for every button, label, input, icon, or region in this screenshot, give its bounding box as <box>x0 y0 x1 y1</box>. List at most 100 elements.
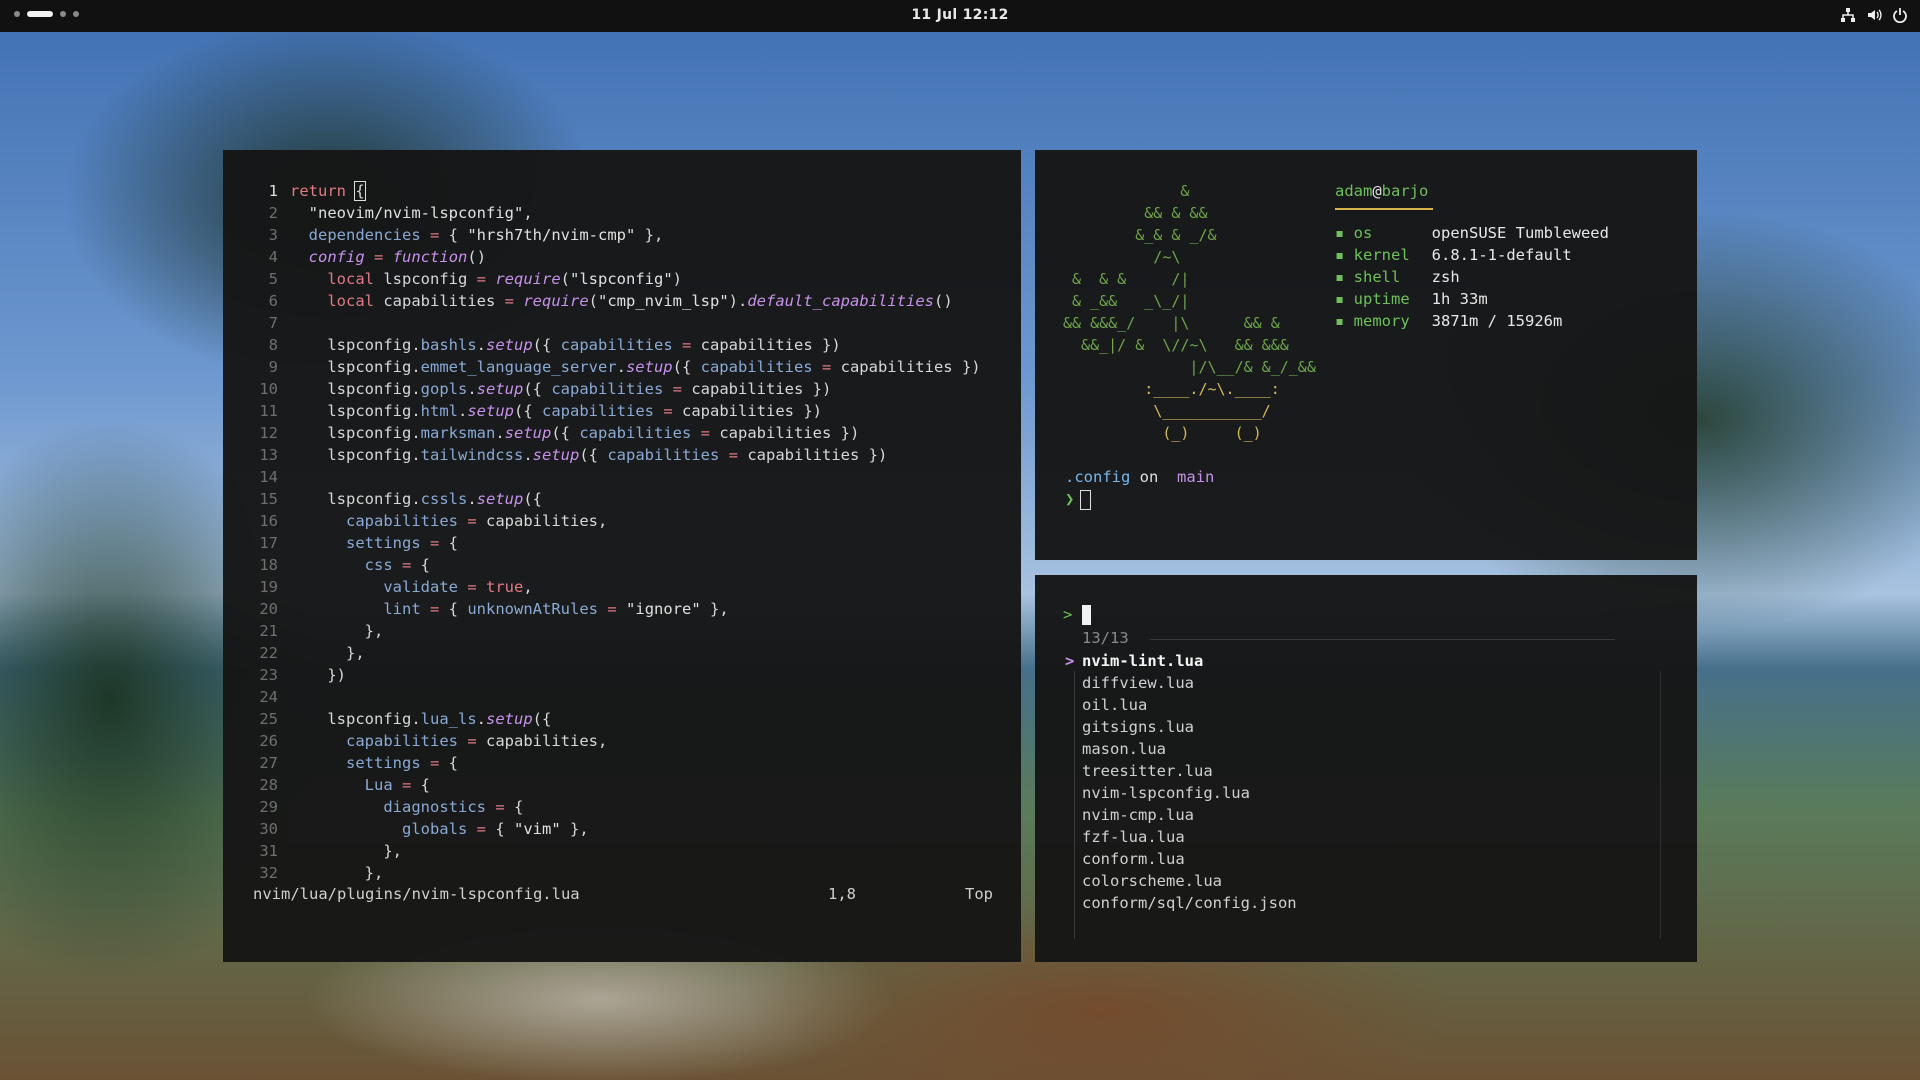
code-text[interactable]: lspconfig.tailwindcss.setup({ capabiliti… <box>290 446 887 464</box>
code-line[interactable]: 11 lspconfig.html.setup({ capabilities =… <box>248 400 981 422</box>
line-number: 26 <box>259 732 278 750</box>
code-line[interactable]: 4 config = function() <box>248 246 981 268</box>
code-line[interactable]: 9 lspconfig.emmet_language_server.setup(… <box>248 356 981 378</box>
line-number: 30 <box>259 820 278 838</box>
code-line[interactable]: 18 css = { <box>248 554 981 576</box>
ascii-line: :____./~\.____: <box>1144 380 1280 398</box>
code-text[interactable]: lspconfig.bashls.setup({ capabilities = … <box>290 336 840 354</box>
line-number: 31 <box>259 842 278 860</box>
code-line[interactable]: 12 lspconfig.marksman.setup({ capabiliti… <box>248 422 981 444</box>
fzf-item[interactable]: nvim-lspconfig.lua <box>1065 782 1297 804</box>
fzf-item[interactable]: gitsigns.lua <box>1065 716 1297 738</box>
shell-prompt[interactable]: .config on main ❯ <box>1065 466 1214 510</box>
code-text[interactable]: capabilities = capabilities, <box>290 732 607 750</box>
fzf-input-cursor[interactable] <box>1082 605 1092 625</box>
code-line[interactable]: 30 globals = { "vim" }, <box>248 818 981 840</box>
code-buffer[interactable]: 1 return {2 "neovim/nvim-lspconfig", 3 dep… <box>248 180 981 884</box>
code-text[interactable]: }, <box>290 644 365 662</box>
code-line[interactable]: 31 }, <box>248 840 981 862</box>
code-line[interactable]: 25 lspconfig.lua_ls.setup({ <box>248 708 981 730</box>
code-line[interactable]: 1 return { <box>248 180 981 202</box>
info-row-shell: ▪ shell zsh <box>1335 266 1609 288</box>
code-line[interactable]: 28 Lua = { <box>248 774 981 796</box>
fzf-item[interactable]: oil.lua <box>1065 694 1297 716</box>
code-line[interactable]: 13 lspconfig.tailwindcss.setup({ capabil… <box>248 444 981 466</box>
user: adam <box>1335 182 1373 200</box>
fzf-item-label: conform.lua <box>1082 850 1185 868</box>
fzf-item[interactable]: diffview.lua <box>1065 672 1297 694</box>
code-line[interactable]: 24 <box>248 686 981 708</box>
code-text[interactable]: css = { <box>290 556 430 574</box>
code-text[interactable]: diagnostics = { <box>290 798 523 816</box>
code-line[interactable]: 17 settings = { <box>248 532 981 554</box>
ascii-line: &&_|/ & \//~\ && &&& <box>1063 336 1289 354</box>
terminal-cursor[interactable] <box>1080 489 1092 510</box>
code-text[interactable]: "neovim/nvim-lspconfig", <box>290 204 533 222</box>
fzf-item[interactable]: nvim-cmp.lua <box>1065 804 1297 826</box>
fzf-item[interactable]: fzf-lua.lua <box>1065 826 1297 848</box>
code-line[interactable]: 5 local lspconfig = require("lspconfig") <box>248 268 981 290</box>
top-bar: 11 Jul 12:12 <box>0 0 1920 32</box>
code-line[interactable]: 32 }, <box>248 862 981 884</box>
code-text[interactable]: globals = { "vim" }, <box>290 820 589 838</box>
code-line[interactable]: 2 "neovim/nvim-lspconfig", <box>248 202 981 224</box>
power-icon[interactable] <box>1892 7 1908 24</box>
code-line[interactable]: 27 settings = { <box>248 752 981 774</box>
code-text[interactable]: lspconfig.emmet_language_server.setup({ … <box>290 358 980 376</box>
code-text[interactable]: settings = { <box>290 534 458 552</box>
code-text[interactable]: local lspconfig = require("lspconfig") <box>290 270 682 288</box>
code-line[interactable]: 26 capabilities = capabilities, <box>248 730 981 752</box>
fzf-item[interactable]: conform/sql/config.json <box>1065 892 1297 914</box>
fzf-prompt[interactable]: > <box>1063 605 1092 625</box>
code-text[interactable]: lspconfig.cssls.setup({ <box>290 490 542 508</box>
code-line[interactable]: 7 <box>248 312 981 334</box>
fzf-item-selected[interactable]: > nvim-lint.lua <box>1065 650 1297 672</box>
code-line[interactable]: 23 }) <box>248 664 981 686</box>
code-line[interactable]: 10 lspconfig.gopls.setup({ capabilities … <box>248 378 981 400</box>
fzf-item[interactable]: conform.lua <box>1065 848 1297 870</box>
code-line[interactable]: 3 dependencies = { "hrsh7th/nvim-cmp" }, <box>248 224 981 246</box>
clock[interactable]: 11 Jul 12:12 <box>0 7 1920 23</box>
fastfetch-terminal-window[interactable]: & && & && &_& & _/& /~\ & & & /| & _&& _… <box>1035 150 1697 560</box>
prompt-char: ❯ <box>1065 490 1075 508</box>
fzf-item[interactable]: colorscheme.lua <box>1065 870 1297 892</box>
code-text[interactable]: config = function() <box>290 248 486 266</box>
system-tray[interactable] <box>1840 7 1908 24</box>
line-number: 12 <box>259 424 278 442</box>
code-text[interactable]: lint = { unknownAtRules = "ignore" }, <box>290 600 728 618</box>
code-text[interactable]: lspconfig.marksman.setup({ capabilities … <box>290 424 859 442</box>
status-scroll: Top <box>965 885 993 903</box>
code-text[interactable]: }, <box>290 622 384 640</box>
code-text[interactable]: local capabilities = require("cmp_nvim_l… <box>290 292 952 310</box>
code-text[interactable]: }, <box>290 842 402 860</box>
fzf-item[interactable]: treesitter.lua <box>1065 760 1297 782</box>
code-line[interactable]: 22 }, <box>248 642 981 664</box>
network-icon[interactable] <box>1840 7 1856 23</box>
code-line[interactable]: 16 capabilities = capabilities, <box>248 510 981 532</box>
code-text[interactable]: }) <box>290 666 346 684</box>
fzf-terminal-window[interactable]: > 13/13 > nvim-lint.lua diffview.lua oil.lu… <box>1035 575 1697 962</box>
code-text[interactable]: settings = { <box>290 754 458 772</box>
code-line[interactable]: 20 lint = { unknownAtRules = "ignore" }, <box>248 598 981 620</box>
volume-icon[interactable] <box>1866 7 1882 23</box>
code-line[interactable]: 8 lspconfig.bashls.setup({ capabilities … <box>248 334 981 356</box>
fzf-item[interactable]: mason.lua <box>1065 738 1297 760</box>
fzf-results-list[interactable]: > nvim-lint.lua diffview.lua oil.lua gitsign… <box>1065 650 1297 914</box>
neovim-editor-window[interactable]: 1 return {2 "neovim/nvim-lspconfig", 3 dep… <box>223 150 1021 962</box>
code-text[interactable]: lspconfig.gopls.setup({ capabilities = c… <box>290 380 831 398</box>
code-line[interactable]: 14 <box>248 466 981 488</box>
code-text[interactable]: validate = true, <box>290 578 532 596</box>
code-text[interactable]: Lua = { <box>290 776 430 794</box>
code-line[interactable]: 15 lspconfig.cssls.setup({ <box>248 488 981 510</box>
code-line[interactable]: 21 }, <box>248 620 981 642</box>
code-text[interactable]: lspconfig.html.setup({ capabilities = ca… <box>290 402 822 420</box>
code-text[interactable]: return { <box>290 181 366 201</box>
code-text[interactable]: }, <box>290 864 384 882</box>
code-text[interactable]: capabilities = capabilities, <box>290 512 607 530</box>
code-line[interactable]: 19 validate = true, <box>248 576 981 598</box>
code-text[interactable]: dependencies = { "hrsh7th/nvim-cmp" }, <box>290 226 664 244</box>
info-row-memory: ▪ memory 3871m / 15926m <box>1335 310 1609 332</box>
code-line[interactable]: 29 diagnostics = { <box>248 796 981 818</box>
code-text[interactable]: lspconfig.lua_ls.setup({ <box>290 710 551 728</box>
code-line[interactable]: 6 local capabilities = require("cmp_nvim… <box>248 290 981 312</box>
